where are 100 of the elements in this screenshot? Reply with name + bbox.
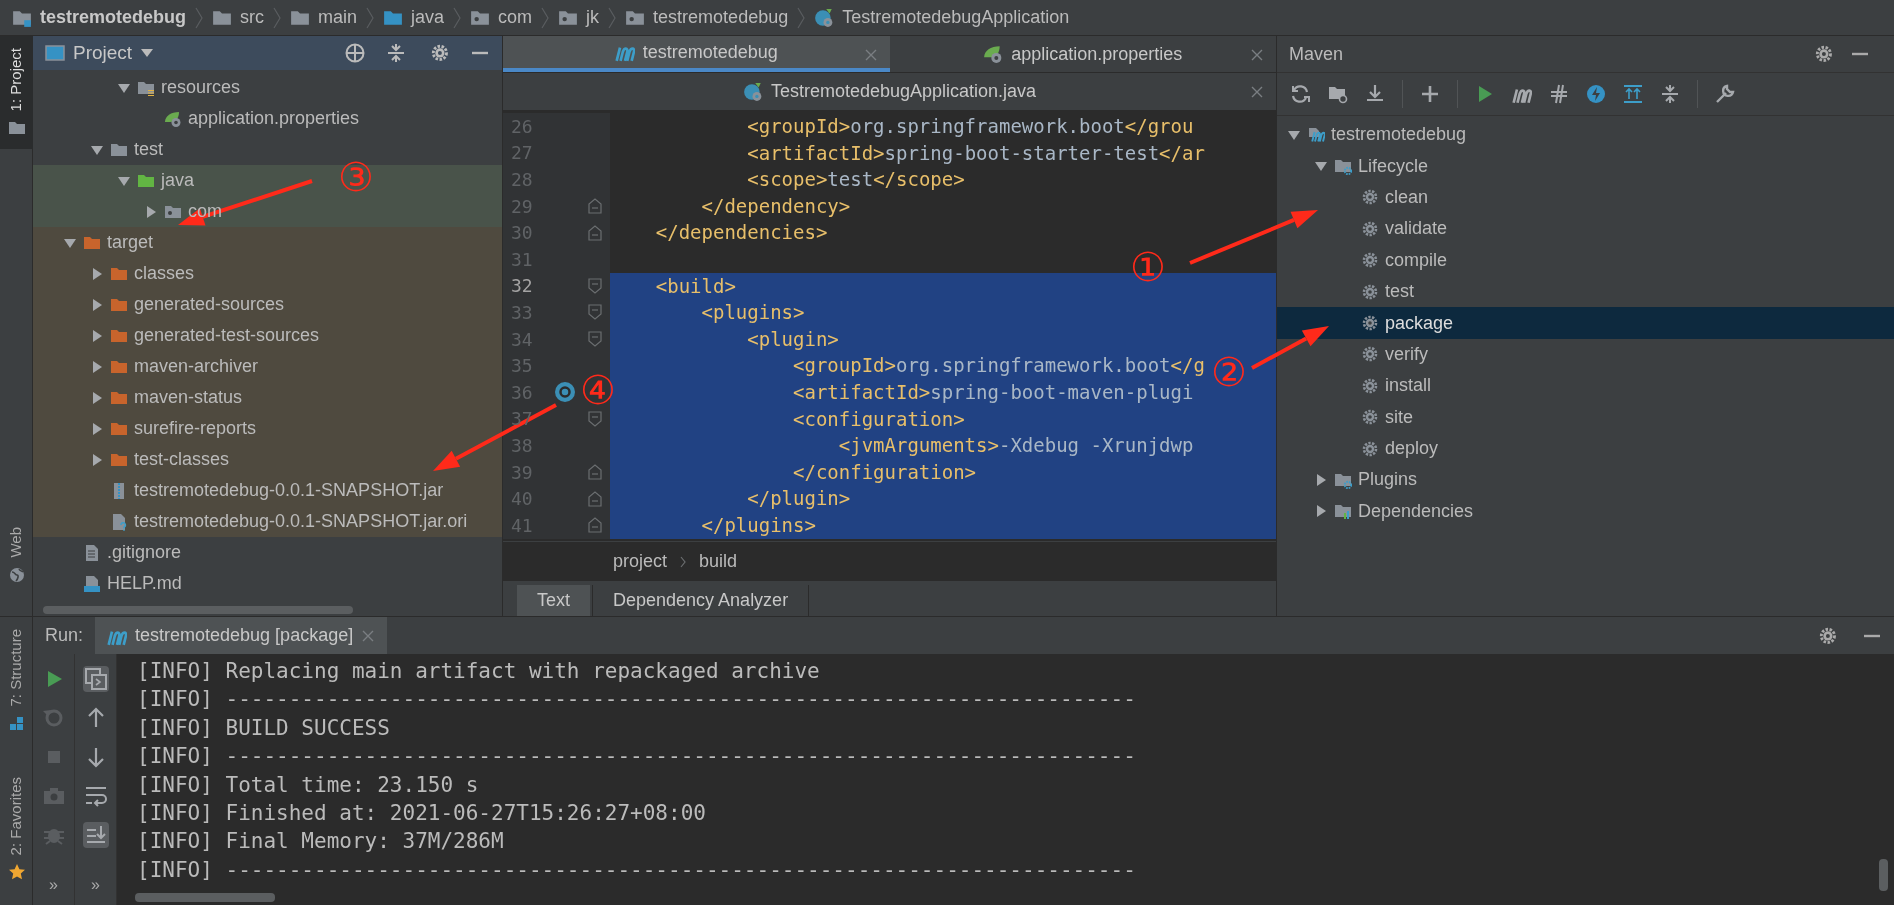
fold-end-icon[interactable] [588, 224, 602, 241]
caret-right-icon[interactable] [90, 452, 104, 467]
tree-item-label[interactable]: surefire-reports [134, 415, 257, 442]
tool-window-button[interactable]: 7: Structure [0, 617, 33, 745]
tool-window-button[interactable]: Web [0, 515, 33, 596]
tree-item-label[interactable]: Plugins [1358, 466, 1418, 494]
close-icon[interactable] [1250, 85, 1264, 99]
panel-title[interactable]: Project [73, 38, 133, 68]
fold-end-icon[interactable] [588, 517, 602, 534]
download-icon[interactable] [1365, 84, 1385, 104]
tool-window-button[interactable]: 1: Project [0, 36, 33, 150]
tree-item-label[interactable]: java [161, 167, 195, 194]
editor-bottom-tab[interactable]: Dependency Analyzer [592, 585, 810, 616]
folder-refresh-icon[interactable] [1328, 84, 1348, 104]
caret-right-icon[interactable] [90, 328, 104, 343]
gear-icon[interactable] [1814, 44, 1834, 64]
tree-item-label[interactable]: generated-test-sources [134, 322, 320, 349]
tree-item-label[interactable]: test [1385, 278, 1414, 306]
tree-item-label[interactable]: application.properties [188, 105, 360, 132]
close-icon[interactable] [863, 48, 878, 62]
tree-item-label[interactable]: site [1385, 403, 1413, 431]
tree-item-label[interactable]: target [107, 229, 154, 256]
caret-right-icon[interactable] [90, 390, 104, 405]
tree-item-label[interactable]: package [1385, 309, 1454, 337]
chevron-right-icon [540, 6, 551, 29]
breadcrumb-item[interactable]: main [318, 4, 358, 31]
breadcrumb-item[interactable]: java [411, 4, 445, 31]
tree-item-label[interactable]: generated-sources [134, 291, 285, 318]
breadcrumb-item[interactable]: testremotedebug [653, 4, 789, 31]
fold-end-icon[interactable] [588, 490, 602, 507]
tree-item-label[interactable]: testremotedebug [1331, 121, 1467, 149]
tree-item-label[interactable]: maven-archiver [134, 353, 259, 380]
unknown-file-icon [110, 512, 128, 531]
fold-end-icon[interactable] [588, 464, 602, 480]
console-icon[interactable] [82, 666, 109, 692]
gear-marker-icon[interactable] [554, 381, 576, 404]
close-icon[interactable] [361, 628, 376, 643]
editor-tab[interactable]: application.properties [889, 36, 1276, 72]
tree-item-label[interactable]: validate [1385, 215, 1448, 243]
tree-item-label[interactable]: compile [1385, 246, 1448, 274]
tree-item-label[interactable]: maven-status [134, 384, 243, 411]
breadcrumb-item[interactable]: project [613, 548, 668, 575]
fold-icon[interactable] [588, 304, 602, 321]
fold-icon[interactable] [588, 277, 602, 294]
fold-end-icon[interactable] [588, 198, 602, 215]
vertical-scrollbar[interactable] [1879, 859, 1888, 891]
editor-bottom-tab[interactable]: Text [517, 585, 590, 616]
horizontal-scrollbar[interactable] [135, 893, 275, 902]
breadcrumb-item[interactable]: src [240, 4, 265, 31]
gear-icon[interactable] [430, 43, 450, 63]
caret-right-icon[interactable] [90, 266, 104, 281]
tree-item-label[interactable]: Lifecycle [1358, 152, 1429, 180]
tree-item-label[interactable]: clean [1385, 183, 1429, 211]
wrench-icon[interactable] [1715, 84, 1735, 104]
caret-right-icon[interactable] [90, 421, 104, 436]
tree-item-label[interactable]: resources [161, 74, 241, 101]
add-icon[interactable] [1420, 84, 1440, 104]
editor-tab[interactable]: TestremotedebugApplication.java [503, 73, 1276, 110]
leaf-gear-icon [164, 109, 182, 128]
tree-item-label[interactable]: testremotedebug-0.0.1-SNAPSHOT.jar [134, 477, 444, 504]
horizontal-scrollbar[interactable] [43, 606, 353, 614]
gear-icon[interactable] [1818, 625, 1838, 646]
expand-icon[interactable] [1623, 84, 1643, 104]
chevron-right-icon [365, 6, 376, 29]
tree-item-label[interactable]: HELP.md [107, 570, 182, 597]
crosshair-icon[interactable] [344, 42, 366, 64]
tool-window-button[interactable]: 2: Favorites [0, 764, 33, 893]
refresh-icon[interactable] [1291, 84, 1311, 104]
breadcrumb-item[interactable]: testremotedebug [40, 4, 187, 31]
tree-item-label[interactable]: verify [1385, 340, 1428, 368]
more-button[interactable]: » [49, 873, 58, 897]
tree-item-label[interactable]: test-classes [134, 446, 230, 473]
caret-right-icon[interactable] [144, 204, 158, 219]
collapse-all-icon[interactable] [386, 43, 406, 63]
breadcrumb-item[interactable]: com [498, 4, 533, 31]
tree-item-label[interactable]: test [134, 136, 163, 163]
breadcrumb-item[interactable]: jk [586, 4, 600, 31]
fold-icon[interactable] [588, 410, 602, 427]
tree-item-label[interactable]: deploy [1385, 435, 1439, 463]
editor-tab[interactable]: testremotedebug [503, 36, 890, 72]
fold-icon[interactable] [588, 331, 602, 348]
tree-item-label[interactable]: install [1385, 372, 1432, 400]
caret-right-icon[interactable] [90, 359, 104, 374]
scroll-to-end-icon[interactable] [82, 822, 109, 848]
more-button[interactable]: » [91, 873, 100, 897]
breadcrumb-item[interactable]: build [699, 548, 738, 575]
tree-item-label[interactable]: .gitignore [107, 539, 182, 566]
tree-item-label[interactable]: Dependencies [1358, 497, 1474, 525]
collapse-all-icon[interactable] [1660, 84, 1680, 104]
caret-right-icon[interactable] [1314, 504, 1328, 519]
run-tab[interactable]: testremotedebug [package] [95, 617, 388, 654]
breadcrumb-item[interactable]: TestremotedebugApplication [842, 4, 1070, 31]
slashed-bars-icon[interactable] [1549, 84, 1569, 104]
dropdown-caret-icon[interactable] [140, 48, 155, 58]
close-icon[interactable] [1250, 48, 1264, 62]
tree-item-label[interactable]: classes [134, 260, 195, 287]
caret-right-icon[interactable] [1314, 473, 1328, 487]
caret-right-icon[interactable] [90, 297, 104, 312]
tree-item-label[interactable]: testremotedebug-0.0.1-SNAPSHOT.jar.ori [134, 508, 468, 535]
lightning-icon[interactable] [1586, 84, 1606, 104]
